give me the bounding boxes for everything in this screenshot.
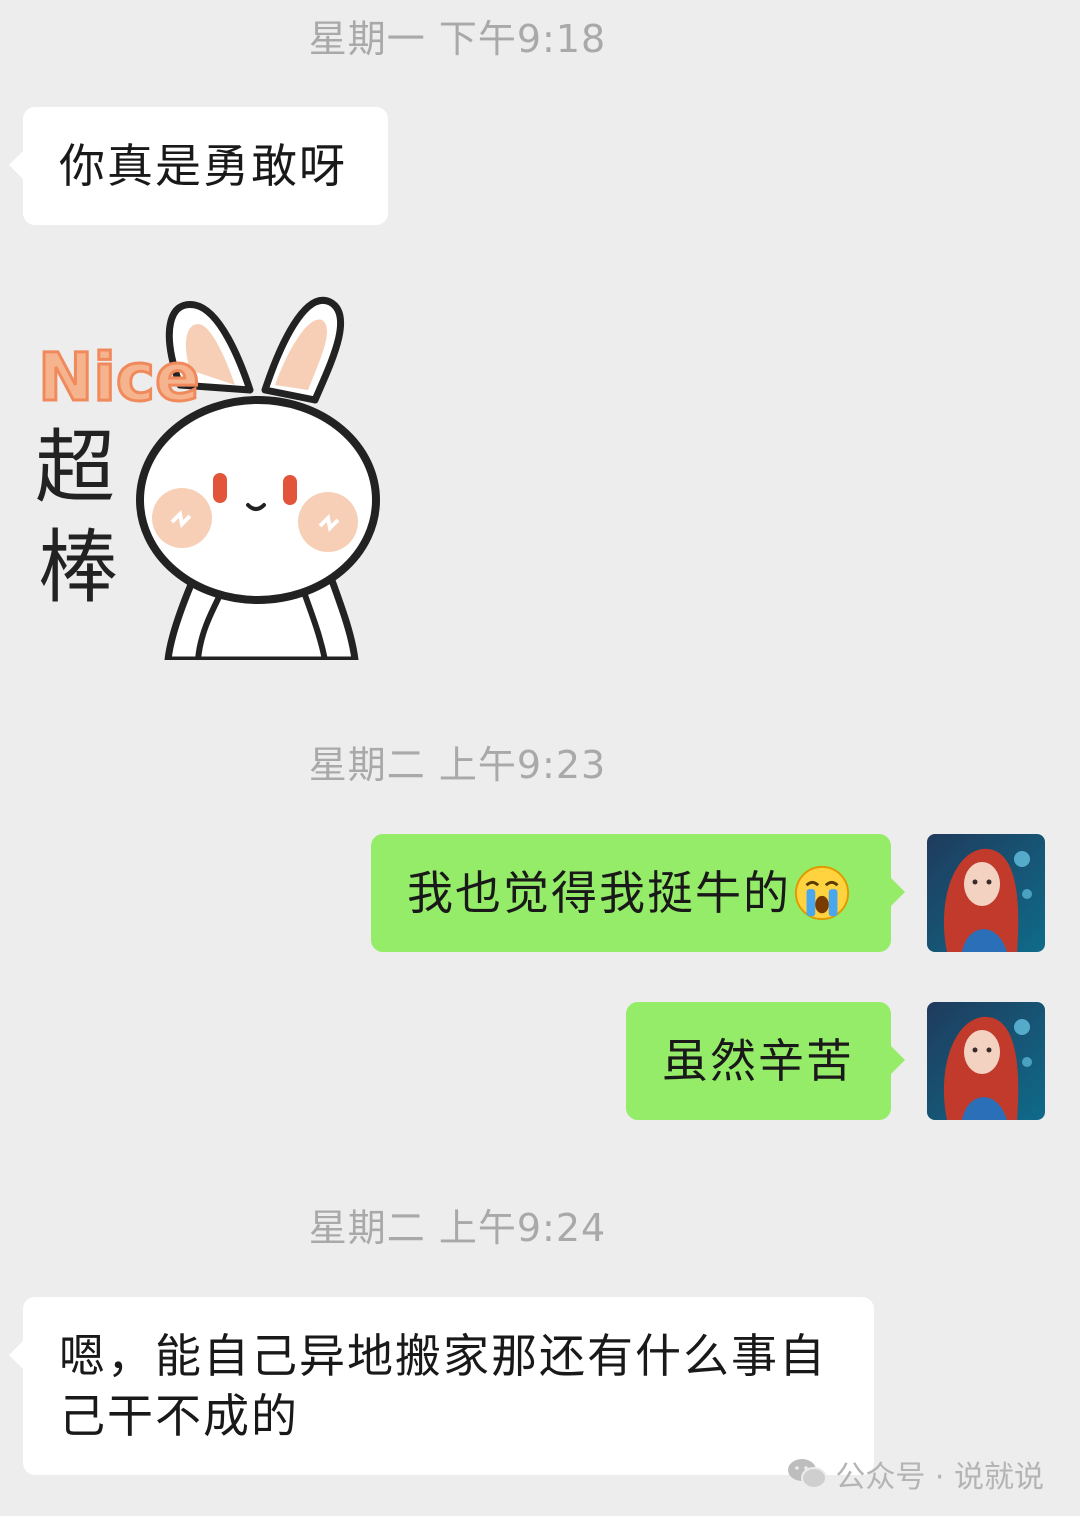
message-text-line: 嗯，能自己异地搬家那还有什么事自 [59,1329,827,1383]
avatar-image-icon [927,1002,1045,1120]
incoming-message-bubble[interactable]: 你真是勇敢呀 [9,107,388,225]
message-text: 我也觉得我挺牛的 [407,866,791,920]
crying-face-emoji-icon [794,865,850,921]
outgoing-message-bubble[interactable]: 虽然辛苦 [626,1002,905,1120]
message-text: 虽然辛苦 [662,1034,854,1088]
sticker-nice-rabbit[interactable]: Nice 超 棒 [30,290,390,664]
avatar[interactable] [927,1002,1045,1120]
outgoing-message-bubble[interactable]: 我也觉得我挺牛的 [371,834,905,952]
incoming-message-bubble[interactable]: 嗯，能自己异地搬家那还有什么事自 己干不成的 [9,1297,874,1475]
sticker-caption-2: 棒 [38,521,118,614]
sticker-nice-text: Nice [38,339,200,416]
timestamp: 星期二 上午9:24 [308,1206,607,1250]
watermark-text: 公众号 · 说就说 [835,1460,1044,1495]
sticker-caption-1: 超 [35,421,115,514]
watermark: 公众号 · 说就说 [787,1452,1044,1496]
message-text-line: 己干不成的 [59,1389,299,1443]
avatar[interactable] [927,834,1045,952]
wechat-icon [788,1459,828,1489]
timestamp: 星期二 上午9:23 [308,743,607,787]
message-text: 你真是勇敢呀 [59,139,347,193]
rabbit-sticker-icon: Nice 超 棒 [35,296,380,664]
avatar-image-icon [927,834,1045,952]
timestamp: 星期一 下午9:18 [308,17,607,61]
